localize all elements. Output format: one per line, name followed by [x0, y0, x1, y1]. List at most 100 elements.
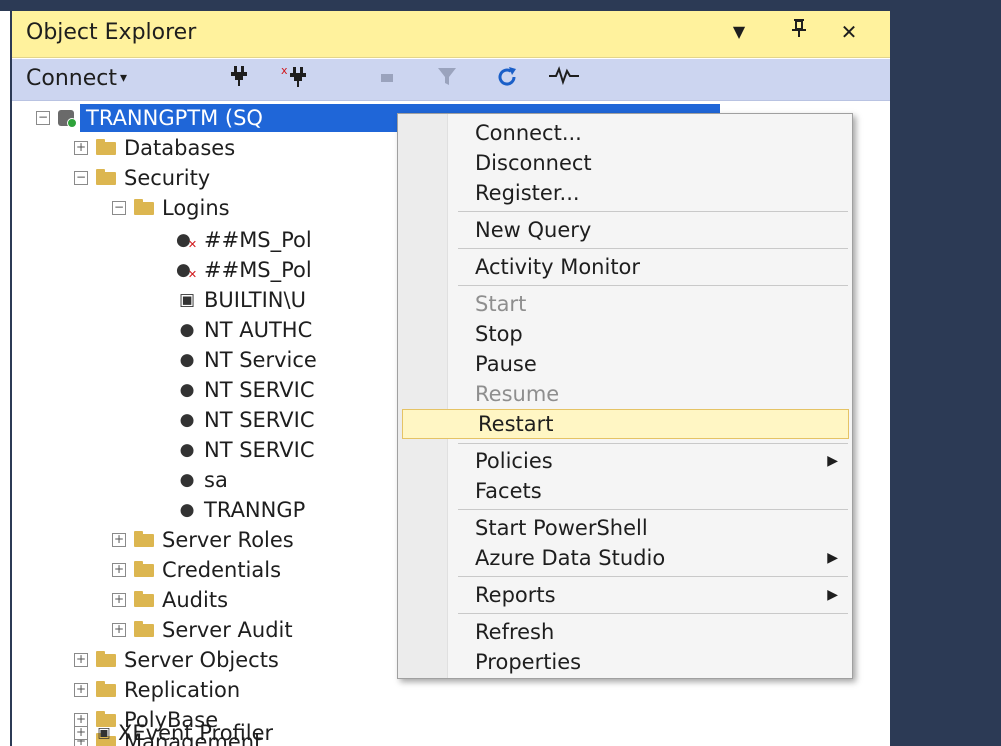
pin-icon[interactable] [784, 17, 814, 48]
login-item[interactable]: ● TRANNGP [176, 495, 306, 525]
tree-label: Server Audit [162, 618, 293, 642]
menu-separator [458, 443, 848, 444]
tree-label: Logins [162, 196, 230, 220]
menu-item-new-query[interactable]: New Query [399, 215, 852, 245]
login-item[interactable]: ▣ BUILTIN\U [176, 285, 306, 315]
window-top-edge [0, 0, 1001, 11]
panel-title: Object Explorer [26, 20, 197, 45]
tree-label: Credentials [162, 558, 282, 582]
tree-node-audits[interactable]: + Audits [112, 585, 228, 615]
expand-icon[interactable]: + [74, 683, 88, 697]
disabled-login-icon: ●✕ [176, 230, 198, 251]
menu-separator [458, 248, 848, 249]
server-context-menu: Connect... Disconnect Register... New Qu… [397, 113, 853, 679]
expand-icon[interactable]: + [112, 623, 126, 637]
tree-node-credentials[interactable]: + Credentials [112, 555, 281, 585]
menu-label: Azure Data Studio [475, 546, 666, 570]
expand-icon[interactable]: + [112, 593, 126, 607]
refresh-icon[interactable] [492, 65, 522, 97]
menu-item-start-powershell[interactable]: Start PowerShell [399, 513, 852, 543]
menu-item-disconnect[interactable]: Disconnect [399, 148, 852, 178]
login-item[interactable]: ● NT SERVIC [176, 405, 315, 435]
login-label: NT AUTHC [204, 318, 313, 342]
collapse-icon[interactable]: − [112, 201, 126, 215]
tree-label: Security [124, 166, 211, 190]
menu-item-pause[interactable]: Pause [399, 349, 852, 379]
activity-monitor-icon[interactable] [548, 65, 579, 93]
menu-separator [458, 509, 848, 510]
expand-icon[interactable]: + [74, 726, 88, 740]
folder-icon [134, 198, 154, 215]
menu-item-policies[interactable]: Policies ▶ [399, 446, 852, 476]
folder-icon [134, 560, 154, 577]
menu-item-refresh[interactable]: Refresh [399, 617, 852, 647]
menu-item-reports[interactable]: Reports ▶ [399, 580, 852, 610]
tree-node-xevent-profiler[interactable]: + ▣ XEvent Profiler [74, 720, 273, 746]
disconnect-icon[interactable]: x [280, 64, 310, 97]
tree-node-replication[interactable]: + Replication [74, 675, 240, 705]
menu-item-connect[interactable]: Connect... [399, 118, 852, 148]
menu-separator [458, 285, 848, 286]
tree-node-server-roles[interactable]: + Server Roles [112, 525, 294, 555]
tree-node-logins[interactable]: − Logins [112, 193, 230, 223]
submenu-arrow-icon: ▶ [827, 587, 838, 603]
menu-item-stop[interactable]: Stop [399, 319, 852, 349]
xevent-profiler-icon: ▣ [97, 725, 111, 741]
tree-node-server-audit[interactable]: + Server Audit [112, 615, 293, 645]
menu-item-register[interactable]: Register... [399, 178, 852, 208]
group-login-icon: ▣ [178, 290, 196, 310]
expand-icon[interactable]: + [74, 653, 88, 667]
panel-title-bar: Object Explorer ▼ ✕ [12, 11, 890, 58]
menu-label: Policies [475, 449, 553, 473]
login-label: sa [204, 468, 228, 492]
tree-label: Audits [162, 588, 229, 612]
menu-item-azure-data-studio[interactable]: Azure Data Studio ▶ [399, 543, 852, 573]
menu-item-facets[interactable]: Facets [399, 476, 852, 506]
tree-label: Databases [124, 136, 236, 160]
svg-text:x: x [281, 65, 288, 77]
folder-icon [96, 650, 116, 667]
login-item[interactable]: ●✕ ##MS_Pol [176, 255, 312, 285]
menu-item-start: Start [475, 292, 527, 316]
login-item[interactable]: ● NT AUTHC [176, 315, 313, 345]
object-explorer-panel: Object Explorer ▼ ✕ Connect ▾ x − TRANNG… [10, 11, 890, 746]
dropdown-arrow-icon[interactable]: ▼ [724, 17, 754, 47]
expand-icon[interactable]: + [74, 141, 88, 155]
login-label: NT Service [204, 348, 317, 372]
folder-icon [96, 680, 116, 697]
login-label: NT SERVIC [204, 438, 315, 462]
menu-item-properties[interactable]: Properties [399, 647, 852, 677]
login-item[interactable]: ●✕ ##MS_Pol [176, 225, 312, 255]
collapse-icon[interactable]: − [36, 111, 50, 125]
user-icon: ● [179, 350, 195, 370]
stop-icon[interactable] [372, 65, 402, 93]
tree-label: Replication [124, 678, 241, 702]
login-item[interactable]: ● NT Service [176, 345, 317, 375]
tree-node-security[interactable]: − Security [74, 163, 210, 193]
login-label: ##MS_Pol [204, 228, 312, 252]
login-item[interactable]: ● NT SERVIC [176, 375, 315, 405]
expand-icon[interactable]: + [112, 533, 126, 547]
connect-dropdown-button[interactable]: Connect ▾ [26, 66, 127, 91]
menu-item-activity-monitor[interactable]: Activity Monitor [399, 252, 852, 282]
login-label: BUILTIN\U [204, 288, 306, 312]
login-item[interactable]: ● sa [176, 465, 228, 495]
user-icon: ● [179, 320, 195, 340]
tree-label: XEvent Profiler [118, 721, 274, 745]
user-icon: ● [179, 380, 195, 400]
tree-node-server-objects[interactable]: + Server Objects [74, 645, 279, 675]
tree-label: Server Roles [162, 528, 294, 552]
menu-separator [458, 576, 848, 577]
login-item[interactable]: ● NT SERVIC [176, 435, 315, 465]
collapse-icon[interactable]: − [74, 171, 88, 185]
filter-icon[interactable] [432, 65, 462, 95]
object-explorer-toolbar: Connect ▾ x [12, 59, 890, 101]
user-icon: ● [179, 500, 195, 520]
close-icon[interactable]: ✕ [834, 17, 864, 47]
connect-icon[interactable] [224, 65, 254, 95]
tree-node-databases[interactable]: + Databases [74, 133, 235, 163]
menu-item-restart[interactable]: Restart [402, 409, 849, 439]
login-label: NT SERVIC [204, 378, 315, 402]
connect-label: Connect [26, 66, 117, 91]
expand-icon[interactable]: + [112, 563, 126, 577]
